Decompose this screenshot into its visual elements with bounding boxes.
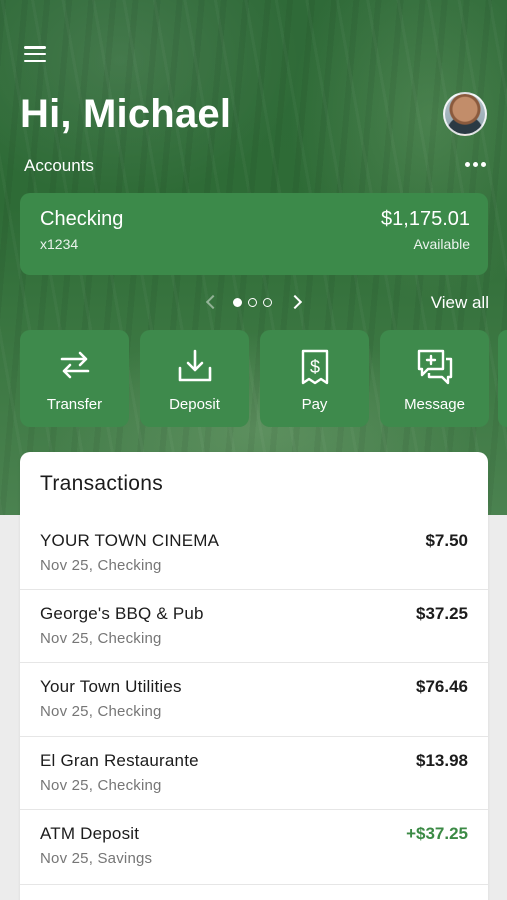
deposit-label: Deposit [169,396,220,413]
pager-dot[interactable] [263,298,272,307]
transaction-row[interactable]: Your Town Utilities Nov 25, Checking $76… [20,662,488,735]
transfer-arrows-icon [60,351,89,379]
message-plus-icon [417,349,452,385]
svg-text:$: $ [309,357,319,377]
accounts-label: Accounts [24,156,94,175]
transaction-amount: $37.25 [416,604,468,623]
deposit-download-icon [178,349,211,382]
transactions-panel: Transactions YOUR TOWN CINEMA Nov 25, Ch… [20,452,488,900]
transactions-more-icon[interactable] [450,482,471,487]
pay-button[interactable]: $ Pay [260,330,369,427]
account-name: Checking [40,208,124,230]
chevron-right-icon[interactable] [287,294,303,310]
transaction-meta: Nov 25, Checking [40,703,162,720]
transaction-name: El Gran Restaurante [40,751,199,770]
chevron-left-icon[interactable] [205,294,221,310]
transaction-name: George's BBQ & Pub [40,604,204,623]
transaction-amount-credit: +$37.25 [406,824,468,843]
transaction-row[interactable]: ATM Deposit Nov 25, Savings +$37.25 [20,809,488,882]
message-button[interactable]: Message [380,330,489,427]
transaction-meta: Nov 25, Checking [40,777,162,794]
transaction-amount: $7.50 [425,531,468,550]
view-all-link[interactable]: View all [431,293,489,313]
transaction-meta: Nov 25, Checking [40,557,162,574]
transaction-name: ATM Deposit [40,824,140,843]
deposit-button[interactable]: Deposit [140,330,249,427]
row-divider [20,589,488,590]
transaction-meta: Nov 25, Checking [40,630,162,647]
transaction-meta: Nov 25, Savings [40,850,153,867]
transactions-title: Transactions [40,472,164,495]
next-transaction-row-peek[interactable] [20,884,488,900]
transaction-row[interactable]: YOUR TOWN CINEMA Nov 25, Checking $7.50 [20,516,488,589]
account-balance-label: Available [413,236,470,252]
greeting-title: Hi, Michael [20,92,232,136]
pay-label: Pay [301,396,328,413]
message-label: Message [404,396,465,413]
transaction-name: YOUR TOWN CINEMA [40,531,220,550]
transfer-button[interactable]: Transfer [20,330,129,427]
row-divider [20,809,488,810]
transaction-name: Your Town Utilities [40,677,182,696]
more-actions-peek[interactable] [498,330,507,427]
row-divider [20,736,488,737]
transaction-row[interactable]: George's BBQ & Pub Nov 25, Checking $37.… [20,589,488,662]
row-divider [20,662,488,663]
account-number: x1234 [40,236,79,252]
pager-dot[interactable] [233,298,242,307]
account-pager [200,292,310,312]
user-avatar[interactable] [443,92,487,136]
transaction-row[interactable]: El Gran Restaurante Nov 25, Checking $13… [20,736,488,809]
accounts-more-icon[interactable] [465,162,486,167]
pager-dot[interactable] [248,298,257,307]
transaction-amount: $76.46 [416,677,468,696]
account-balance: $1,175.01 [381,208,470,230]
account-card-checking[interactable]: Checking x1234 $1,175.01 Available [20,193,488,275]
transaction-amount: $13.98 [416,751,468,770]
transfer-label: Transfer [46,396,103,413]
dollar-bill-icon: $ [301,349,328,385]
hamburger-menu-icon[interactable] [24,44,46,64]
